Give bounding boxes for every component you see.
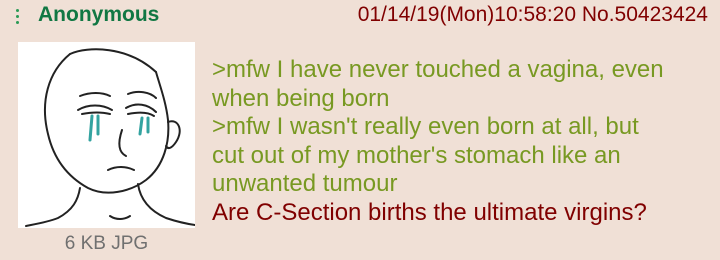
post-meta: 01/14/19(Mon)10:58:20 No.50423424 xyxy=(358,3,708,27)
post-image-thumbnail[interactable] xyxy=(18,42,195,228)
greentext-line: cut out of my mother's stomach like an xyxy=(212,141,621,169)
greentext-line: >mfw I wasn't really even born at all, b… xyxy=(212,113,639,140)
post-datetime: 01/14/19(Mon)10:58:20 xyxy=(357,3,577,26)
greentext-line: when being born xyxy=(212,84,390,112)
greentext-line: unwanted tumour xyxy=(212,170,398,197)
post-message: >mfw I have never touched a vagina, even… xyxy=(212,56,712,227)
crying-wojak-image xyxy=(25,48,195,227)
post-header: Anonymous 01/14/19(Mon)10:58:20 No.50423… xyxy=(0,0,720,32)
poster-name: Anonymous xyxy=(38,3,160,26)
post-number-link[interactable]: No.50423424 xyxy=(582,3,708,26)
menu-dot xyxy=(16,15,19,18)
post: Anonymous 01/14/19(Mon)10:58:20 No.50423… xyxy=(0,0,720,260)
menu-dot xyxy=(16,9,19,12)
greentext-line: >mfw I have never touched a vagina, even xyxy=(212,56,664,83)
more-options-icon[interactable] xyxy=(10,3,26,29)
file-info: 6 KB JPG xyxy=(64,233,149,254)
menu-dot xyxy=(16,21,19,24)
message-line: Are C-Section births the ultimate virgin… xyxy=(212,198,647,226)
